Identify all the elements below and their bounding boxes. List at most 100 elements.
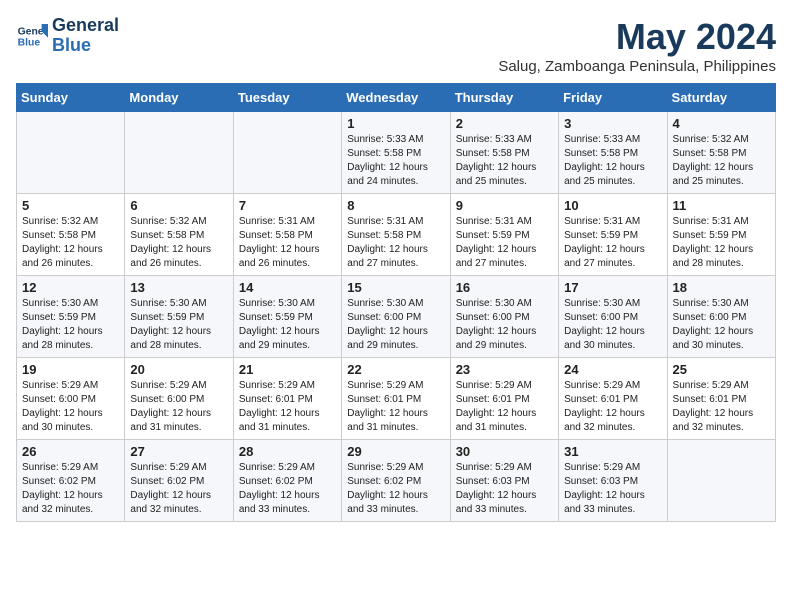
week-row-5: 26 Sunrise: 5:29 AM Sunset: 6:02 PM Dayli…: [17, 440, 776, 522]
day-info: Sunrise: 5:31 AM Sunset: 5:59 PM Dayligh…: [564, 215, 661, 271]
week-row-3: 12 Sunrise: 5:30 AM Sunset: 5:59 PM Dayli…: [17, 276, 776, 358]
day-number: 6: [130, 198, 227, 213]
day-info: Sunrise: 5:29 AM Sunset: 6:03 PM Dayligh…: [564, 461, 661, 517]
day-info: Sunrise: 5:31 AM Sunset: 5:59 PM Dayligh…: [673, 215, 770, 271]
week-row-2: 5Sunrise: 5:32 AM Sunset: 5:58 PM Daylig…: [17, 194, 776, 276]
weekday-header-thursday: Thursday: [450, 84, 558, 112]
day-number: 16: [456, 280, 553, 295]
day-info: Sunrise: 5:29 AM Sunset: 6:02 PM Dayligh…: [22, 461, 119, 517]
day-info: Sunrise: 5:29 AM Sunset: 6:02 PM Dayligh…: [130, 461, 227, 517]
day-number: 2: [456, 116, 553, 131]
location: Salug, Zamboanga Peninsula, Philippines: [498, 58, 776, 75]
day-info: Sunrise: 5:29 AM Sunset: 6:00 PM Dayligh…: [22, 379, 119, 435]
weekday-header-sunday: Sunday: [17, 84, 125, 112]
logo: General Blue General Blue: [16, 16, 119, 56]
day-cell: 30 Sunrise: 5:29 AM Sunset: 6:03 PM Dayli…: [450, 440, 558, 522]
day-cell: 16 Sunrise: 5:30 AM Sunset: 6:00 PM Dayli…: [450, 276, 558, 358]
day-number: 4: [673, 116, 770, 131]
logo-icon: General Blue: [16, 20, 48, 52]
day-cell: 11 Sunrise: 5:31 AM Sunset: 5:59 PM Dayli…: [667, 194, 775, 276]
day-cell: 14 Sunrise: 5:30 AM Sunset: 5:59 PM Dayli…: [233, 276, 341, 358]
day-number: 24: [564, 362, 661, 377]
day-number: 17: [564, 280, 661, 295]
day-info: Sunrise: 5:30 AM Sunset: 5:59 PM Dayligh…: [239, 297, 336, 353]
day-cell: 13 Sunrise: 5:30 AM Sunset: 5:59 PM Dayli…: [125, 276, 233, 358]
day-cell: 20Sunrise: 5:29 AM Sunset: 6:00 PM Dayli…: [125, 358, 233, 440]
day-number: 13: [130, 280, 227, 295]
day-info: Sunrise: 5:32 AM Sunset: 5:58 PM Dayligh…: [22, 215, 119, 271]
day-cell: 5Sunrise: 5:32 AM Sunset: 5:58 PM Daylig…: [17, 194, 125, 276]
day-number: 7: [239, 198, 336, 213]
day-cell: 23Sunrise: 5:29 AM Sunset: 6:01 PM Dayli…: [450, 358, 558, 440]
day-number: 15: [347, 280, 444, 295]
day-number: 11: [673, 198, 770, 213]
day-info: Sunrise: 5:29 AM Sunset: 6:01 PM Dayligh…: [239, 379, 336, 435]
day-info: Sunrise: 5:30 AM Sunset: 6:00 PM Dayligh…: [673, 297, 770, 353]
day-info: Sunrise: 5:29 AM Sunset: 6:01 PM Dayligh…: [347, 379, 444, 435]
day-info: Sunrise: 5:29 AM Sunset: 6:02 PM Dayligh…: [347, 461, 444, 517]
day-number: 12: [22, 280, 119, 295]
day-number: 14: [239, 280, 336, 295]
day-cell: 9 Sunrise: 5:31 AM Sunset: 5:59 PM Daylig…: [450, 194, 558, 276]
day-info: Sunrise: 5:32 AM Sunset: 5:58 PM Dayligh…: [130, 215, 227, 271]
day-number: 10: [564, 198, 661, 213]
day-number: 1: [347, 116, 444, 131]
day-info: Sunrise: 5:33 AM Sunset: 5:58 PM Dayligh…: [347, 133, 444, 189]
day-number: 28: [239, 444, 336, 459]
day-number: 27: [130, 444, 227, 459]
weekday-header-friday: Friday: [559, 84, 667, 112]
day-info: Sunrise: 5:29 AM Sunset: 6:00 PM Dayligh…: [130, 379, 227, 435]
day-info: Sunrise: 5:33 AM Sunset: 5:58 PM Dayligh…: [564, 133, 661, 189]
weekday-header-row: SundayMondayTuesdayWednesdayThursdayFrid…: [17, 84, 776, 112]
day-number: 9: [456, 198, 553, 213]
day-cell: [17, 112, 125, 194]
day-cell: [667, 440, 775, 522]
day-info: Sunrise: 5:30 AM Sunset: 6:00 PM Dayligh…: [564, 297, 661, 353]
day-cell: 24 Sunrise: 5:29 AM Sunset: 6:01 PM Dayli…: [559, 358, 667, 440]
day-number: 21: [239, 362, 336, 377]
week-row-1: 1 Sunrise: 5:33 AM Sunset: 5:58 PM Daylig…: [17, 112, 776, 194]
day-info: Sunrise: 5:29 AM Sunset: 6:01 PM Dayligh…: [564, 379, 661, 435]
day-cell: 29 Sunrise: 5:29 AM Sunset: 6:02 PM Dayli…: [342, 440, 450, 522]
day-number: 25: [673, 362, 770, 377]
weekday-header-monday: Monday: [125, 84, 233, 112]
day-info: Sunrise: 5:32 AM Sunset: 5:58 PM Dayligh…: [673, 133, 770, 189]
day-number: 18: [673, 280, 770, 295]
day-number: 3: [564, 116, 661, 131]
day-cell: 2 Sunrise: 5:33 AM Sunset: 5:58 PM Daylig…: [450, 112, 558, 194]
day-cell: 21 Sunrise: 5:29 AM Sunset: 6:01 PM Dayli…: [233, 358, 341, 440]
day-info: Sunrise: 5:33 AM Sunset: 5:58 PM Dayligh…: [456, 133, 553, 189]
day-cell: 31Sunrise: 5:29 AM Sunset: 6:03 PM Dayli…: [559, 440, 667, 522]
day-info: Sunrise: 5:29 AM Sunset: 6:01 PM Dayligh…: [456, 379, 553, 435]
day-number: 26: [22, 444, 119, 459]
day-cell: [125, 112, 233, 194]
day-number: 29: [347, 444, 444, 459]
calendar: SundayMondayTuesdayWednesdayThursdayFrid…: [16, 83, 776, 522]
day-info: Sunrise: 5:29 AM Sunset: 6:03 PM Dayligh…: [456, 461, 553, 517]
day-info: Sunrise: 5:30 AM Sunset: 5:59 PM Dayligh…: [130, 297, 227, 353]
day-number: 30: [456, 444, 553, 459]
day-cell: 3 Sunrise: 5:33 AM Sunset: 5:58 PM Daylig…: [559, 112, 667, 194]
day-info: Sunrise: 5:29 AM Sunset: 6:02 PM Dayligh…: [239, 461, 336, 517]
day-cell: 10 Sunrise: 5:31 AM Sunset: 5:59 PM Dayli…: [559, 194, 667, 276]
day-info: Sunrise: 5:30 AM Sunset: 6:00 PM Dayligh…: [347, 297, 444, 353]
day-cell: 1 Sunrise: 5:33 AM Sunset: 5:58 PM Daylig…: [342, 112, 450, 194]
day-number: 22: [347, 362, 444, 377]
day-cell: 27 Sunrise: 5:29 AM Sunset: 6:02 PM Dayli…: [125, 440, 233, 522]
logo-text: General Blue: [52, 16, 119, 56]
page-header: General Blue General Blue May 2024 Salug…: [16, 16, 776, 75]
day-cell: 19Sunrise: 5:29 AM Sunset: 6:00 PM Dayli…: [17, 358, 125, 440]
day-cell: 7 Sunrise: 5:31 AM Sunset: 5:58 PM Daylig…: [233, 194, 341, 276]
day-cell: 8Sunrise: 5:31 AM Sunset: 5:58 PM Daylig…: [342, 194, 450, 276]
weekday-header-tuesday: Tuesday: [233, 84, 341, 112]
day-cell: 26 Sunrise: 5:29 AM Sunset: 6:02 PM Dayli…: [17, 440, 125, 522]
day-info: Sunrise: 5:31 AM Sunset: 5:58 PM Dayligh…: [239, 215, 336, 271]
day-cell: 22 Sunrise: 5:29 AM Sunset: 6:01 PM Dayli…: [342, 358, 450, 440]
week-row-4: 19Sunrise: 5:29 AM Sunset: 6:00 PM Dayli…: [17, 358, 776, 440]
day-info: Sunrise: 5:31 AM Sunset: 5:58 PM Dayligh…: [347, 215, 444, 271]
day-cell: 12Sunrise: 5:30 AM Sunset: 5:59 PM Dayli…: [17, 276, 125, 358]
day-info: Sunrise: 5:31 AM Sunset: 5:59 PM Dayligh…: [456, 215, 553, 271]
title-block: May 2024 Salug, Zamboanga Peninsula, Phi…: [498, 16, 776, 75]
day-info: Sunrise: 5:30 AM Sunset: 6:00 PM Dayligh…: [456, 297, 553, 353]
month-title: May 2024: [498, 16, 776, 58]
